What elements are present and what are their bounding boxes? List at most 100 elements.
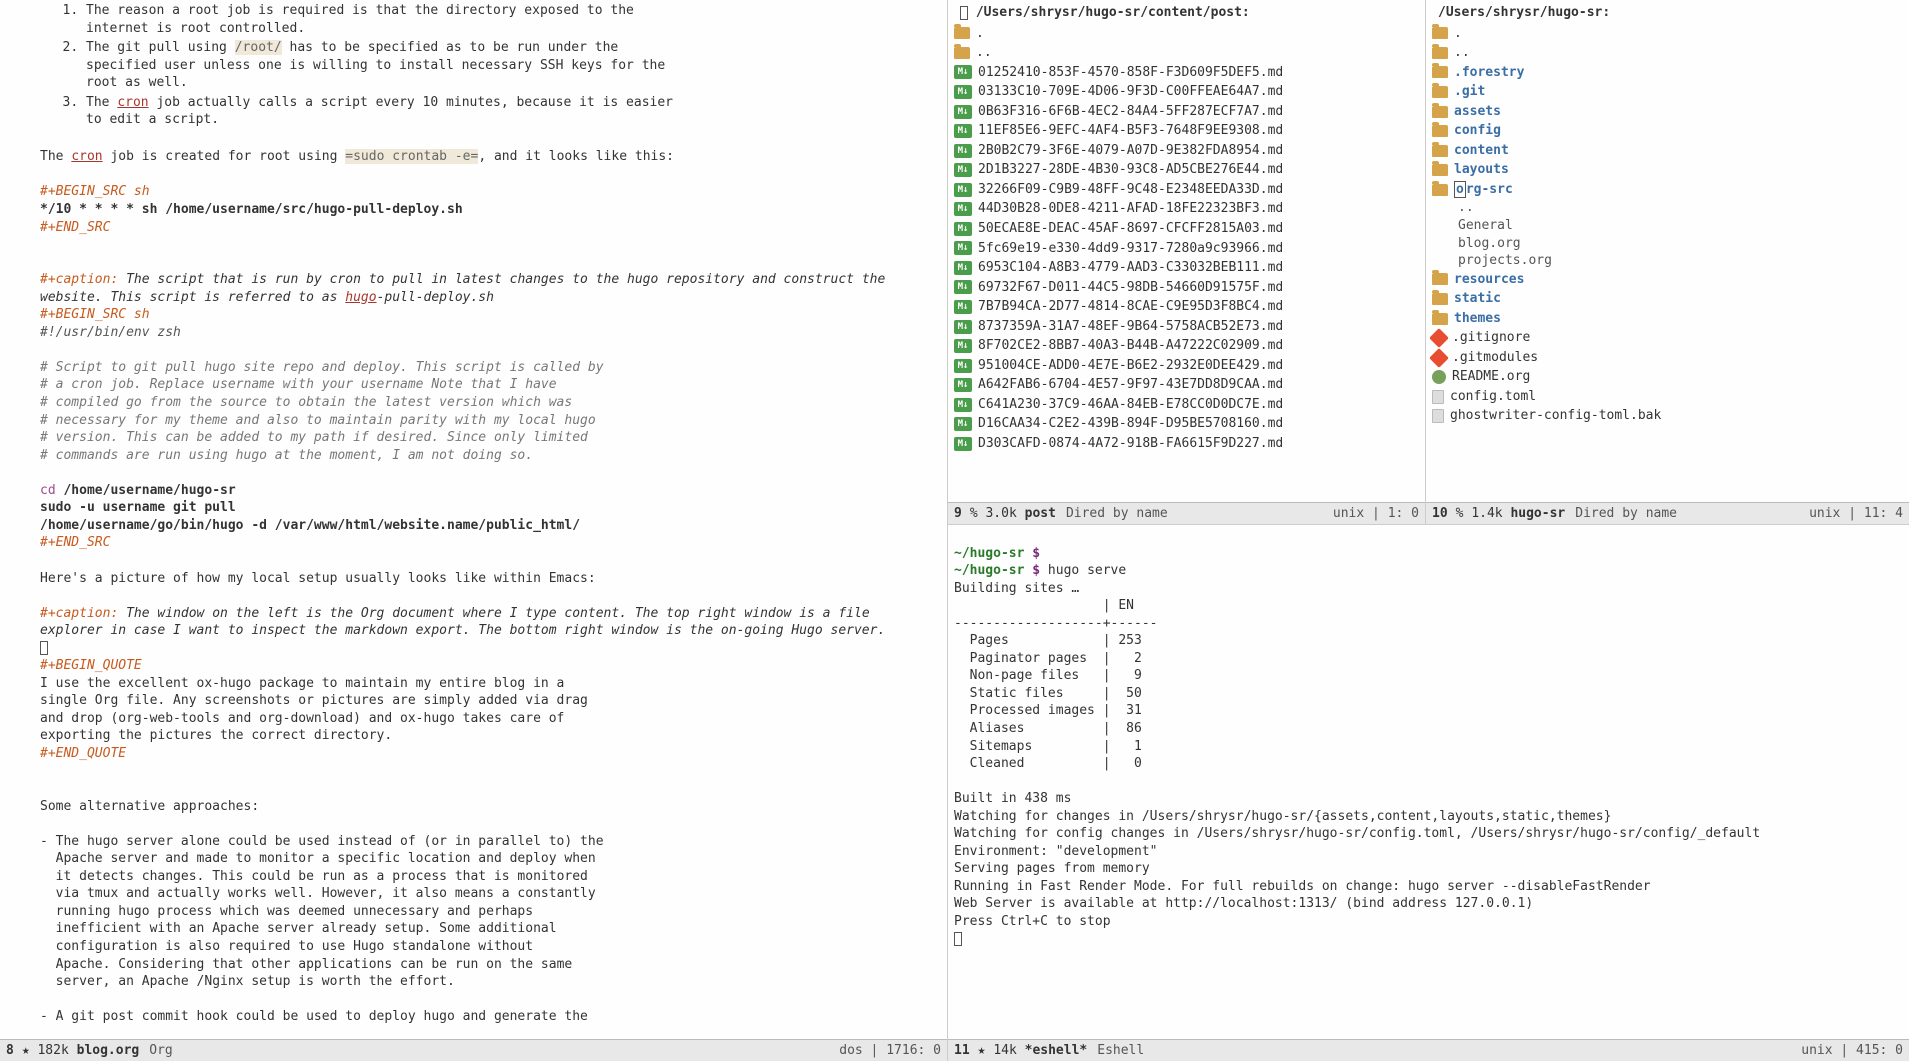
file-name: .gitmodules [1452,349,1538,367]
file-row[interactable]: M↓69732F67-D011-44C5-98DB-54660D91575F.m… [954,278,1419,298]
file-row[interactable]: M↓0B63F316-6F6B-4EC2-84A4-5FF287ECF7A7.m… [954,102,1419,122]
file-name: ghostwriter-config-toml.bak [1450,407,1661,425]
markdown-icon: M↓ [954,339,972,353]
eshell-row: Paginator pages | 2 [954,651,1142,666]
folder-icon [1432,125,1448,137]
file-name: 11EF85E6-9EFC-4AF4-B5F3-7648F9EE9308.md [978,122,1283,140]
file-row[interactable]: M↓D303CAFD-0874-4A72-918B-FA6615F9D227.m… [954,434,1419,454]
markdown-icon: M↓ [954,105,972,119]
folder-icon [1432,145,1448,157]
inline-path: /root/ [235,40,282,55]
dir-name: resources [1454,271,1524,289]
file-row[interactable]: M↓C641A230-37C9-46AA-84EB-E78CC0D0DC7E.m… [954,395,1419,415]
file-row[interactable]: M↓5fc69e19-e330-4dd9-9317-7280a9c93966.m… [954,239,1419,259]
file-row[interactable]: M↓2D1B3227-28DE-4B30-93C8-AD5CBE276E44.m… [954,160,1419,180]
file-icon [1432,390,1444,404]
file-row[interactable]: M↓7B7B94CA-2D77-4814-8CAE-C9E95D3F8BC4.m… [954,297,1419,317]
folder-icon [1432,184,1448,196]
file-row[interactable]: M↓03133C10-709E-4D06-9F3D-C00FFEAE64A7.m… [954,82,1419,102]
tree-sub-item[interactable]: blog.org [1432,235,1903,253]
file-row[interactable]: M↓6953C104-A8B3-4779-AAD3-C33032BEB111.m… [954,258,1419,278]
comment: # necessary for my theme and also to mai… [40,412,939,430]
dir-row[interactable]: .. [954,43,1419,63]
eshell-row: Cleaned | 0 [954,756,1142,771]
quote-line: single Org file. Any screenshots or pict… [40,692,939,710]
quote-line: I use the excellent ox-hugo package to m… [40,675,939,693]
file-row[interactable]: M↓01252410-853F-4570-858F-F3D609F5DEF5.m… [954,63,1419,83]
file-row[interactable]: M↓8F702CE2-8BB7-40A3-B44B-A47222C02909.m… [954,336,1419,356]
dir-name: layouts [1454,161,1509,179]
file-row[interactable]: M↓A642FAB6-6704-4E57-9F97-43E7DD8D9CAA.m… [954,375,1419,395]
dir-row[interactable]: resources [1432,270,1903,290]
dir-row[interactable]: .git [1432,82,1903,102]
dir-row[interactable]: static [1432,289,1903,309]
tree-sub-item[interactable]: .. [1432,199,1903,217]
file-row[interactable]: .. [1432,43,1903,63]
list-item: The reason a root job is required is tha… [86,2,686,39]
file-row[interactable]: M↓32266F09-C9B9-48FF-9C48-E2348EEDA33D.m… [954,180,1419,200]
dir-row[interactable]: config [1432,121,1903,141]
ml-buffer-name: blog.org [77,1042,140,1060]
modeline-dired-post: 9 % 3.0k post Dired by name unix | 1: 0 [948,502,1425,524]
file-row[interactable]: M↓44D30B28-0DE8-4211-AFAD-18FE22323BF3.m… [954,199,1419,219]
dir-row[interactable]: org-src [1432,180,1903,200]
file-name: 44D30B28-0DE8-4211-AFAD-18FE22323BF3.md [978,200,1283,218]
src-begin: #+BEGIN_SRC sh [40,306,939,324]
hugo-link[interactable]: hugo [345,290,376,305]
markdown-icon: M↓ [954,300,972,314]
file-row[interactable]: M↓D16CAA34-C2E2-439B-894F-D95BE5708160.m… [954,414,1419,434]
quote-line: exporting the pictures the correct direc… [40,727,939,745]
ml-window-num: 11 [954,1042,970,1060]
eshell-line: Running in Fast Render Mode. For full re… [954,879,1651,894]
markdown-icon: M↓ [954,241,972,255]
list-item: The git pull using /root/ has to be spec… [86,39,686,94]
alt-item: - A git post commit hook could be used t… [40,1008,939,1026]
file-row[interactable]: README.org [1432,367,1903,387]
ml-window-num: 9 [954,505,962,523]
file-row[interactable]: M↓11EF85E6-9EFC-4AF4-B5F3-7648F9EE9308.m… [954,121,1419,141]
file-row[interactable]: config.toml [1432,387,1903,407]
dir-row[interactable]: themes [1432,309,1903,329]
dir-row[interactable]: .forestry [1432,63,1903,83]
file-name: README.org [1452,368,1530,386]
file-row[interactable]: ghostwriter-config-toml.bak [1432,406,1903,426]
file-row[interactable]: .gitignore [1432,328,1903,348]
quote-line: and drop (org-web-tools and org-download… [40,710,939,728]
ml-right-info: dos | 1716: 0 [839,1042,941,1060]
dir-row[interactable]: layouts [1432,160,1903,180]
file-row[interactable]: M↓8737359A-31A7-48EF-9B64-5758ACB52E73.m… [954,317,1419,337]
alt-heading: Some alternative approaches: [40,798,939,816]
paragraph: Here's a picture of how my local setup u… [40,570,939,588]
file-row[interactable]: . [1432,24,1903,44]
markdown-icon: M↓ [954,398,972,412]
cron-link[interactable]: cron [71,149,102,164]
tree-sub-item[interactable]: projects.org [1432,252,1903,270]
folder-icon [1432,47,1448,59]
dired-path-header: /Users/shrysr/hugo-sr/content/post: [954,2,1419,24]
org-content[interactable]: The reason a root job is required is tha… [0,0,947,1039]
folder-icon [1432,106,1448,118]
folder-icon [1432,27,1448,39]
folder-icon [954,47,970,59]
file-row[interactable]: M↓50ECAE8E-DEAC-45AF-8697-CFCFF2815A03.m… [954,219,1419,239]
tree-sub-item[interactable]: General [1432,217,1903,235]
markdown-icon: M↓ [954,163,972,177]
right-column: /Users/shrysr/hugo-sr/content/post: . ..… [948,0,1909,1061]
file-row[interactable]: .gitmodules [1432,348,1903,368]
markdown-icon: M↓ [954,144,972,158]
dir-row[interactable]: . [954,24,1419,44]
eshell-line: Built in 438 ms [954,791,1071,806]
dir-row[interactable]: assets [1432,102,1903,122]
eshell-content[interactable]: ~/hugo-sr $ ~/hugo-sr $ hugo serve Build… [948,525,1909,1039]
file-row[interactable]: M↓2B0B2C79-3F6E-4079-A07D-9E382FDA8954.m… [954,141,1419,161]
dir-name: config [1454,122,1501,140]
file-icon [1432,409,1444,423]
dir-row[interactable]: content [1432,141,1903,161]
eshell-line: Watching for changes in /Users/shrysr/hu… [954,809,1611,824]
dired-post-content[interactable]: /Users/shrysr/hugo-sr/content/post: . ..… [948,0,1425,502]
markdown-icon: M↓ [954,222,972,236]
folder-icon [954,27,970,39]
dired-root-content[interactable]: /Users/shrysr/hugo-sr: ....forestry.gita… [1426,0,1909,502]
file-row[interactable]: M↓951004CE-ADD0-4E7E-B6E2-2932E0DEE429.m… [954,356,1419,376]
cron-link[interactable]: cron [117,95,148,110]
